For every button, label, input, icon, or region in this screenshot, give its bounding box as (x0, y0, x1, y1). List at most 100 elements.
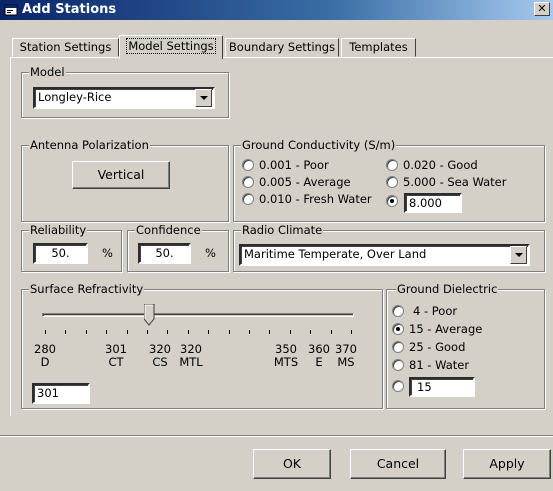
dielectric-custom-value: 15 (417, 380, 432, 394)
slider-tick (229, 330, 230, 334)
close-icon: ✕ (537, 2, 547, 15)
dielectric-option-label: 81 - Water (409, 358, 470, 372)
radio-climate-label: Radio Climate (241, 223, 324, 237)
conductivity-option-sea-water[interactable]: 5.000 - Sea Water (386, 176, 506, 189)
tab-model-settings[interactable]: Model Settings (119, 35, 223, 59)
conductivity-option-label: 0.010 - Fresh Water (259, 192, 372, 206)
dielectric-option-average[interactable]: 15 - Average (392, 323, 482, 336)
dielectric-option-custom[interactable] (392, 380, 409, 393)
model-select[interactable]: Longley-Rice (33, 87, 215, 109)
ok-button[interactable]: OK (253, 449, 331, 479)
title-bar: Add Stations ✕ (0, 0, 553, 20)
dielectric-option-water[interactable]: 81 - Water (392, 359, 469, 372)
slider-tick (351, 330, 352, 334)
reliability-label: Reliability (29, 223, 88, 237)
antenna-polarization-label: Antenna Polarization (29, 138, 150, 152)
refractivity-label-d: 280 D (32, 343, 58, 369)
ground-conductivity-label: Ground Conductivity (S/m) (241, 138, 397, 152)
refractivity-label-e: 360 E (306, 343, 332, 369)
radio-icon (392, 380, 404, 392)
close-button[interactable]: ✕ (534, 2, 550, 16)
model-group-label: Model (29, 65, 66, 79)
refractivity-label-mtl: 320 MTL (176, 343, 206, 369)
refractivity-code-label: E (315, 355, 323, 369)
model-dropdown-arrow-icon[interactable] (195, 89, 212, 107)
dielectric-option-label: 25 - Good (409, 340, 466, 354)
refractivity-input[interactable]: 301 (32, 383, 90, 404)
radio-icon (242, 159, 254, 171)
slider-tick (290, 330, 291, 334)
radio-icon (392, 359, 404, 371)
conductivity-option-good[interactable]: 0.020 - Good (386, 159, 478, 172)
refractivity-slider-thumb[interactable] (144, 304, 155, 326)
conductivity-custom-input[interactable]: 8.000 (404, 193, 462, 213)
refractivity-code-label: CS (152, 355, 168, 369)
dielectric-option-label: 15 - Average (409, 322, 483, 336)
slider-tick (208, 330, 209, 334)
tab-boundary-settings[interactable]: Boundary Settings (225, 38, 339, 57)
ground-dielectric-label: Ground Dielectric (396, 282, 499, 296)
confidence-value: 50. (155, 246, 174, 260)
refractivity-code-label: MTL (179, 355, 203, 369)
slider-tick (167, 330, 168, 334)
window-title: Add Stations (22, 2, 117, 17)
slider-tick (269, 330, 270, 334)
refractivity-label-ct: 301 CT (103, 343, 129, 369)
app-icon (4, 4, 18, 16)
apply-button[interactable]: Apply (463, 449, 551, 479)
tab-station-settings[interactable]: Station Settings (12, 38, 119, 57)
reliability-unit: % (102, 246, 113, 260)
reliability-value: 50. (51, 246, 70, 260)
confidence-input[interactable]: 50. (138, 243, 191, 264)
dielectric-option-poor[interactable]: 4 - Poor (392, 305, 457, 318)
slider-tick (331, 330, 332, 334)
radio-icon (386, 159, 398, 171)
refractivity-code-label: MS (337, 355, 355, 369)
model-select-value: Longley-Rice (38, 90, 112, 104)
conductivity-option-poor[interactable]: 0.001 - Poor (242, 159, 329, 172)
refractivity-code-label: CT (108, 355, 124, 369)
slider-tick (310, 330, 311, 334)
dielectric-option-good[interactable]: 25 - Good (392, 341, 465, 354)
tab-templates[interactable]: Templates (341, 38, 416, 57)
refractivity-label-mts: 350 MTS (269, 343, 303, 369)
refractivity-slider-track[interactable] (42, 313, 354, 317)
reliability-input[interactable]: 50. (33, 243, 88, 264)
conductivity-option-average[interactable]: 0.005 - Average (242, 176, 351, 189)
radio-icon (386, 176, 398, 188)
radio-climate-select[interactable]: Maritime Temperate, Over Land (239, 244, 530, 266)
radio-icon (242, 176, 254, 188)
refractivity-label-cs: 320 CS (147, 343, 173, 369)
radio-climate-value: Maritime Temperate, Over Land (244, 247, 427, 261)
cancel-button[interactable]: Cancel (350, 449, 446, 479)
slider-tick (249, 330, 250, 334)
footer-separator (0, 435, 553, 437)
radio-selected-icon (386, 195, 398, 207)
refractivity-label-ms: 370 MS (333, 343, 359, 369)
slider-tick (127, 330, 128, 334)
conductivity-option-label: 0.001 - Poor (259, 158, 329, 172)
slider-tick (147, 330, 148, 334)
radio-climate-dropdown-arrow-icon[interactable] (510, 246, 527, 264)
dielectric-option-label: 4 - Poor (413, 304, 458, 318)
refractivity-value: 301 (37, 386, 59, 400)
slider-tick (188, 330, 189, 334)
refractivity-code-label: D (40, 355, 50, 369)
conductivity-option-label: 5.000 - Sea Water (403, 175, 507, 189)
conductivity-option-fresh-water[interactable]: 0.010 - Fresh Water (242, 193, 372, 206)
conductivity-option-custom[interactable] (386, 195, 403, 208)
confidence-unit: % (205, 246, 216, 260)
surface-refractivity-label: Surface Refractivity (29, 282, 145, 296)
polarization-button[interactable]: Vertical (72, 161, 170, 189)
slider-tick (45, 330, 46, 334)
confidence-label: Confidence (135, 223, 202, 237)
radio-icon (392, 305, 404, 317)
tab-model-settings-label: Model Settings (126, 38, 216, 54)
radio-icon (392, 341, 404, 353)
refractivity-code-label: MTS (273, 355, 299, 369)
radio-selected-icon (392, 323, 404, 335)
conductivity-custom-value: 8.000 (409, 196, 442, 210)
slider-tick (86, 330, 87, 334)
dielectric-custom-input[interactable]: 15 (409, 377, 475, 397)
slider-tick (65, 330, 66, 334)
